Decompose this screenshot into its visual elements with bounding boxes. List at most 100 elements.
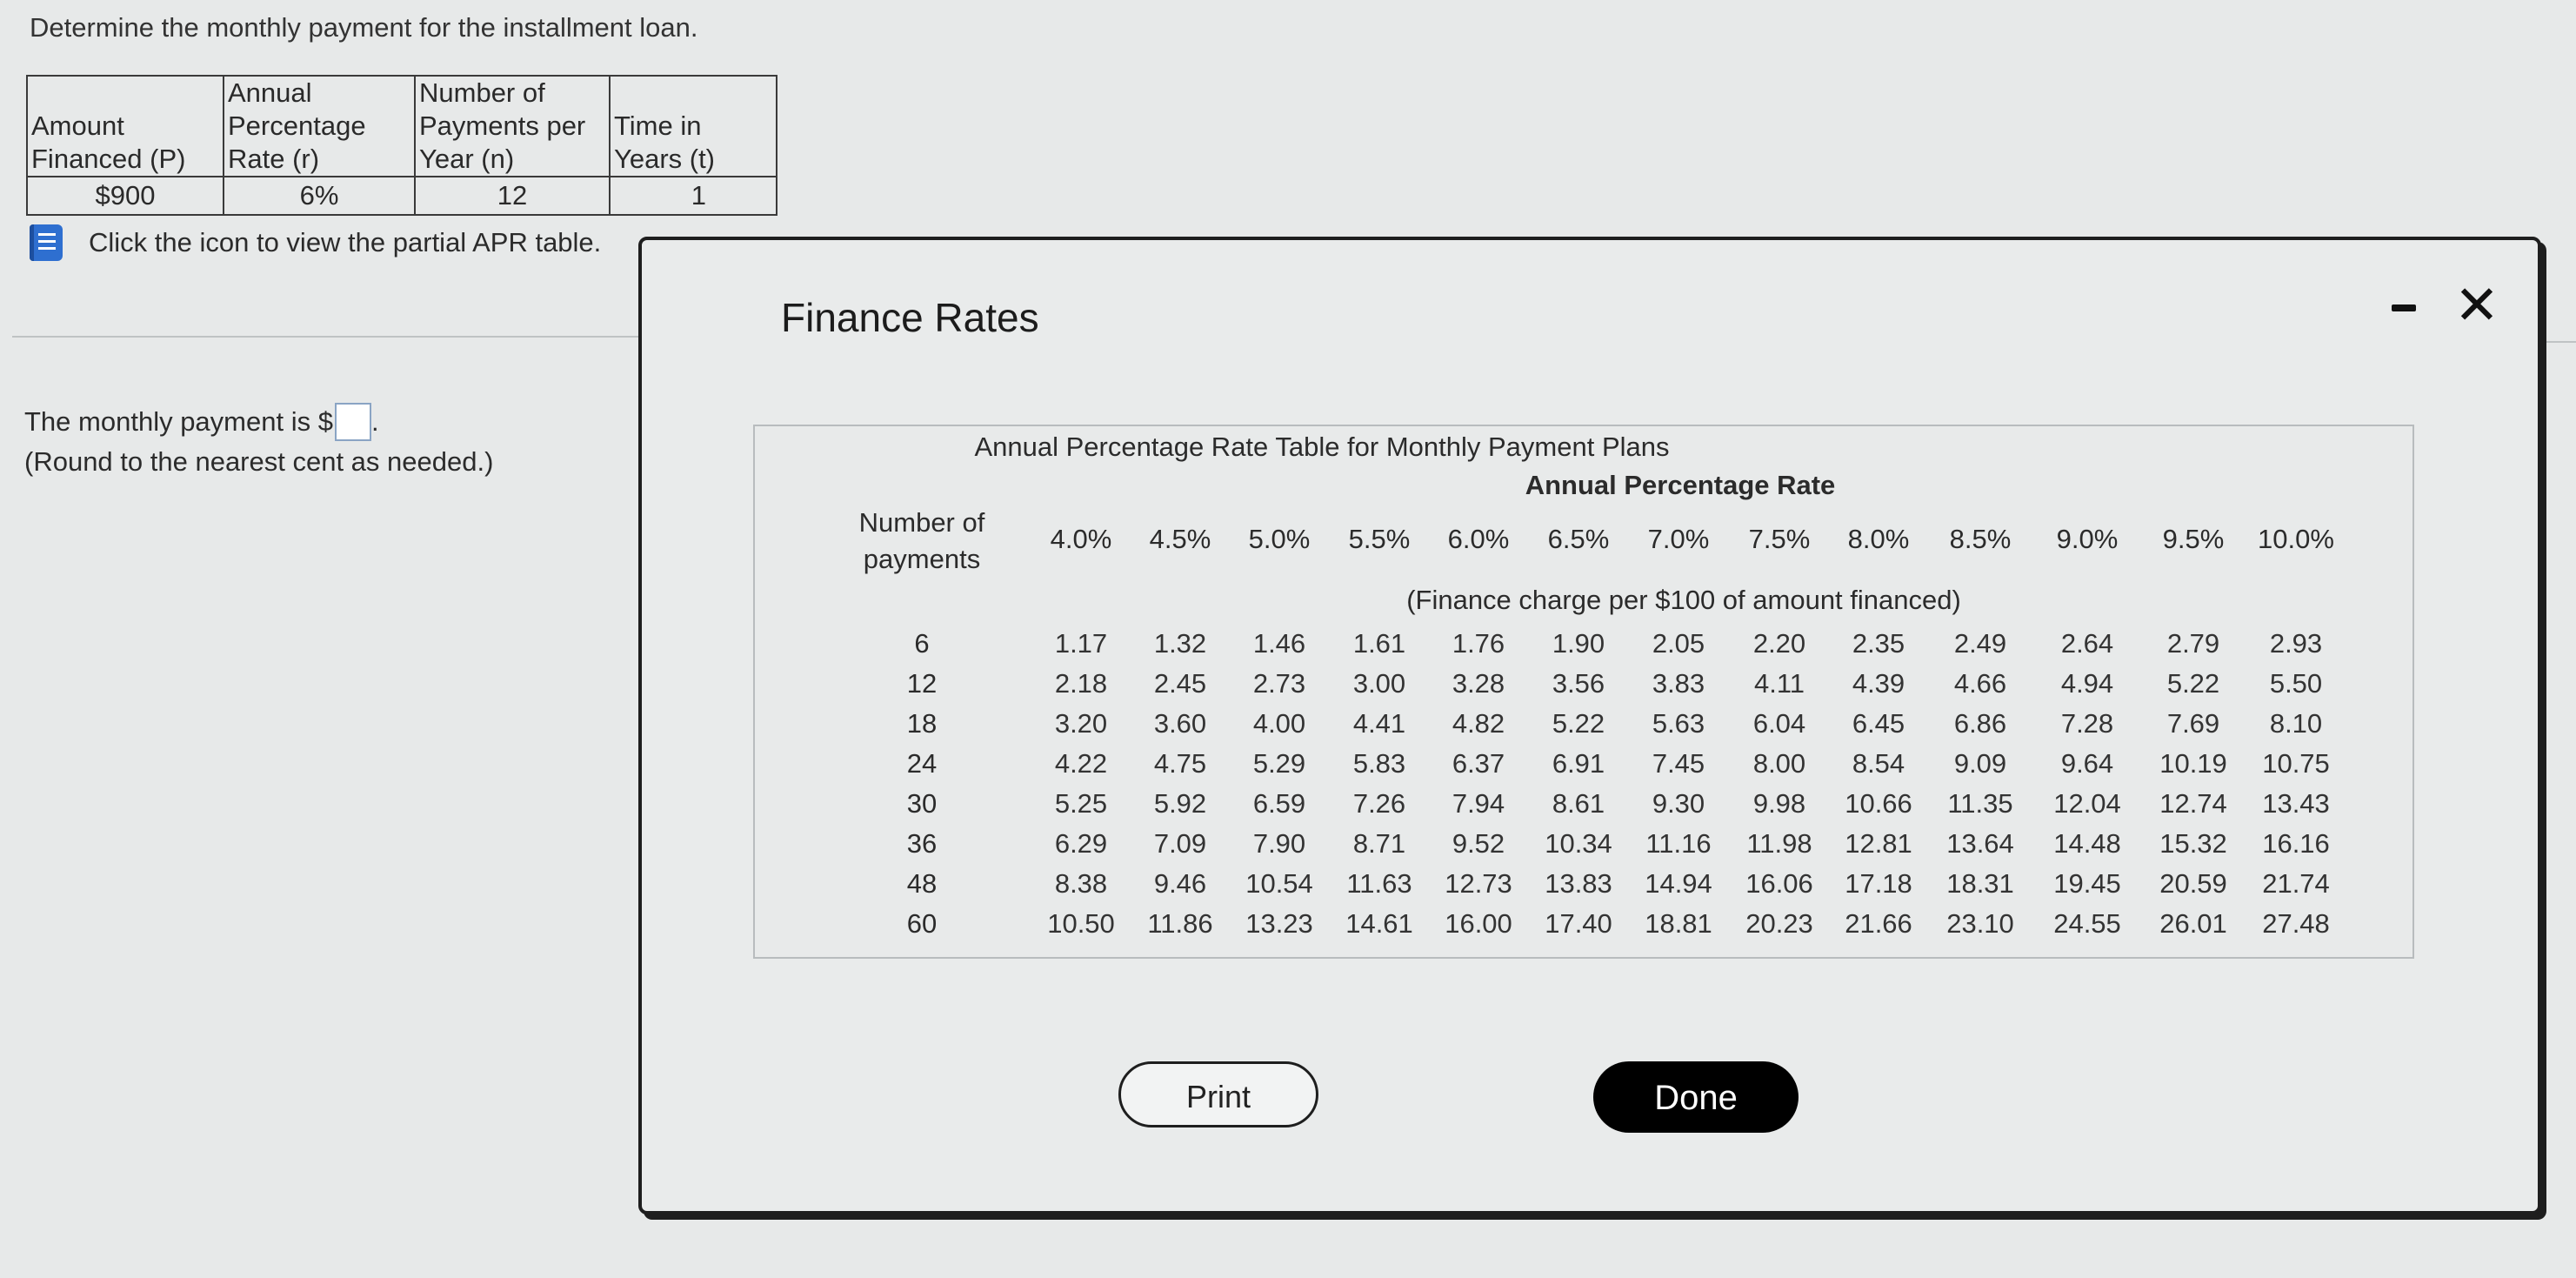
done-button[interactable]: Done [1593,1061,1799,1133]
apr-table-subtitle: Annual Percentage Rate [1525,470,1836,500]
finance-charge-cell: 20.23 [1745,908,1813,939]
finance-charge-cell: 5.50 [2269,668,2323,699]
finance-charge-cell: 5.83 [1352,748,1406,779]
header-line: Annual [228,77,312,108]
rate-column-header: 9.0% [2056,524,2119,554]
print-button[interactable]: Print [1118,1061,1318,1127]
finance-charge-cell: 2.35 [1852,628,1905,659]
finance-charge-cell: 11.35 [1947,788,2013,819]
dialog-title: Finance Rates [781,295,1039,340]
finance-charge-cell: 1.61 [1352,628,1406,659]
finance-charge-cell: 9.46 [1153,868,1207,899]
finance-charge-cell: 5.25 [1054,788,1108,819]
header-line: Payments per [419,110,586,141]
finance-charge-cell: 27.48 [2262,908,2330,939]
rate-column-header: 8.0% [1847,524,1910,554]
finance-charge-cell: 4.11 [1753,668,1805,699]
finance-charge-cell: 6.29 [1054,828,1108,859]
finance-charge-cell: 9.64 [2060,748,2114,779]
finance-charge-cell: 1.90 [1552,628,1605,659]
finance-charge-cell: 16.16 [2262,828,2330,859]
finance-charge-cell: 2.93 [2269,628,2323,659]
payments-row-label: 48 [906,868,938,899]
finance-charge-cell: 3.83 [1652,668,1705,699]
rate-column-header: 7.5% [1748,524,1811,554]
header-amount-financed: Amount Financed (P) [26,75,224,177]
finance-charge-cell: 3.00 [1352,668,1406,699]
close-button[interactable]: ✕ [2451,279,2503,333]
finance-charge-cell: 2.18 [1054,668,1108,699]
apr-table-title: Annual Percentage Rate Table for Monthly… [974,432,1670,462]
finance-charge-cell: 7.69 [2166,708,2220,739]
finance-charge-cell: 5.22 [2166,668,2220,699]
rate-column-header: 5.5% [1348,524,1411,554]
finance-charge-cell: 9.98 [1752,788,1806,819]
finance-charge-cell: 10.34 [1545,828,1612,859]
finance-charge-cell: 4.22 [1054,748,1108,779]
header-line: payments [863,544,981,574]
payments-row-label: 60 [906,908,938,939]
header-time-in-years: Time in Years (t) [609,75,777,177]
header-line: Rate (r) [228,144,320,174]
monthly-payment-input[interactable] [334,403,371,441]
rate-column-header: 6.0% [1447,524,1510,554]
minimize-icon [2392,304,2416,311]
rate-column-header: 9.5% [2162,524,2225,554]
finance-charge-cell: 2.64 [2060,628,2114,659]
finance-charge-cell: 6.04 [1752,708,1806,739]
finance-charge-cell: 18.31 [1946,868,2014,899]
finance-charge-cell: 3.28 [1452,668,1505,699]
answer-prefix: The monthly payment is $ [24,406,333,437]
payments-row-label: 30 [906,788,938,819]
finance-charge-cell: 6.37 [1452,748,1505,779]
minimize-button[interactable] [2390,292,2419,322]
header-payments-per-year: Number of Payments per Year (n) [414,75,611,177]
finance-charge-cell: 6.86 [1953,708,2007,739]
finance-charge-cell: 10.75 [2262,748,2330,779]
rounding-note: (Round to the nearest cent as needed.) [24,446,494,477]
header-line: Year (n) [419,144,515,174]
value-payments-per-year: 12 [414,176,611,216]
rate-column-header: 5.0% [1248,524,1311,554]
finance-charge-cell: 5.22 [1552,708,1605,739]
value-apr: 6% [223,176,416,216]
finance-charge-cell: 5.29 [1252,748,1306,779]
header-line: Number of [419,77,545,108]
finance-charge-cell: 3.56 [1552,668,1605,699]
finance-charge-cell: 2.49 [1953,628,2007,659]
answer-section: The monthly payment is $ . (Round to the… [24,402,493,482]
header-apr: Annual Percentage Rate (r) [223,75,416,177]
loan-table-header-row: Amount Financed (P) Annual Percentage Ra… [26,75,777,177]
finance-charge-cell: 6.91 [1552,748,1605,779]
finance-charge-cell: 10.66 [1845,788,1912,819]
payments-row-label: 36 [906,828,938,859]
close-icon: ✕ [2454,276,2499,336]
finance-charge-cell: 2.79 [2166,628,2220,659]
finance-charge-cell: 15.32 [2159,828,2227,859]
finance-charge-cell: 4.82 [1452,708,1505,739]
finance-charge-cell: 6.45 [1852,708,1905,739]
finance-charge-cell: 8.54 [1852,748,1905,779]
loan-info-table: Amount Financed (P) Annual Percentage Ra… [26,75,777,216]
answer-suffix: . [370,406,379,437]
finance-charge-cell: 1.76 [1452,628,1505,659]
finance-charge-cell: 16.06 [1745,868,1813,899]
finance-charge-cell: 7.90 [1252,828,1306,859]
finance-charge-cell: 17.18 [1845,868,1912,899]
finance-charge-cell: 8.61 [1552,788,1605,819]
finance-charge-cell: 13.64 [1946,828,2014,859]
rate-column-header: 4.0% [1050,524,1112,554]
finance-charge-cell: 4.41 [1352,708,1406,739]
finance-charge-cell: 8.10 [2269,708,2323,739]
book-icon[interactable] [30,224,63,261]
rate-column-header: 8.5% [1949,524,2012,554]
header-line: Time in [614,110,702,141]
page: Determine the monthly payment for the in… [0,0,2576,1278]
finance-charge-cell: 5.92 [1153,788,1207,819]
rate-column-header: 6.5% [1547,524,1610,554]
finance-charge-cell: 19.45 [2053,868,2121,899]
finance-charge-cell: 3.20 [1054,708,1108,739]
finance-charge-cell: 24.55 [2053,908,2121,939]
finance-charge-cell: 11.63 [1346,868,1412,899]
finance-charge-cell: 14.48 [2053,828,2121,859]
